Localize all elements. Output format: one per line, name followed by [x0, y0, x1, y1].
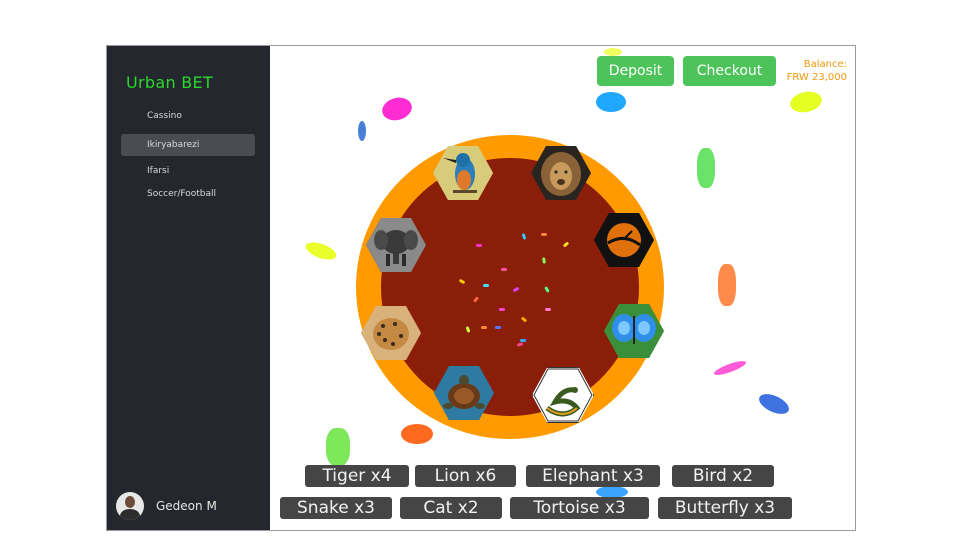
confetti-piece [718, 264, 736, 306]
confetti-piece [712, 358, 748, 378]
confetti-dot [481, 326, 487, 329]
bet-button-bird[interactable]: Bird x2 [672, 465, 774, 487]
app-window: Urban BET Cassino Ikiryabarezi Ifarsi So… [106, 45, 856, 531]
bet-button-tortoise[interactable]: Tortoise x3 [510, 497, 649, 519]
confetti-dot [545, 308, 551, 311]
bet-button-snake[interactable]: Snake x3 [280, 497, 392, 519]
wheel-center [381, 158, 639, 416]
confetti-piece [756, 389, 792, 419]
bet-button-lion[interactable]: Lion x6 [415, 465, 516, 487]
confetti-dot [521, 233, 527, 240]
bet-button-cat[interactable]: Cat x2 [400, 497, 502, 519]
confetti-dot [520, 339, 526, 342]
balance-label: Balance: [803, 59, 847, 70]
sidebar-item-ikiryabarezi[interactable]: Ikiryabarezi [121, 134, 255, 156]
user-name: Gedeon M [156, 499, 217, 513]
prize-wheel[interactable] [356, 135, 664, 439]
bet-button-butterfly[interactable]: Butterfly x3 [658, 497, 792, 519]
game-area: Deposit Checkout Balance: FRW 23,000 Tig… [270, 46, 855, 530]
confetti-dot [495, 326, 501, 329]
sidebar-item-soccer-football[interactable]: Soccer/Football [121, 183, 255, 205]
balance-value: FRW 23,000 [786, 72, 847, 83]
confetti-piece [303, 238, 339, 264]
confetti-piece [379, 94, 415, 124]
confetti-dot [544, 286, 550, 293]
balance-display: Balance: FRW 23,000 [787, 58, 847, 84]
avatar [116, 492, 144, 520]
confetti-dot [499, 308, 505, 311]
sidebar: Urban BET Cassino Ikiryabarezi Ifarsi So… [107, 46, 270, 530]
brand-title: Urban BET [126, 73, 214, 92]
confetti-dot [476, 244, 482, 247]
deposit-button[interactable]: Deposit [597, 56, 674, 86]
confetti-dot [458, 278, 466, 285]
confetti-dot [483, 284, 489, 287]
confetti-dot [541, 233, 547, 236]
user-profile[interactable]: Gedeon M [116, 492, 217, 520]
confetti-dot [465, 326, 471, 333]
confetti-dot [512, 286, 520, 293]
confetti-piece [401, 424, 433, 444]
confetti-piece [788, 88, 824, 116]
confetti-piece [358, 121, 366, 141]
confetti-piece [326, 428, 350, 466]
confetti-piece [697, 148, 715, 188]
confetti-dot [562, 241, 570, 248]
confetti-dot [520, 316, 528, 323]
bet-button-elephant[interactable]: Elephant x3 [526, 465, 660, 487]
sidebar-item-cassino[interactable]: Cassino [121, 105, 255, 127]
bet-button-tiger[interactable]: Tiger x4 [305, 465, 409, 487]
confetti-dot [472, 296, 480, 303]
checkout-button[interactable]: Checkout [683, 56, 776, 86]
confetti-piece [596, 92, 626, 112]
confetti-dot [542, 257, 546, 264]
confetti-dot [516, 342, 524, 347]
confetti-dot [501, 268, 507, 271]
confetti-piece [604, 48, 622, 56]
sidebar-item-ifarsi[interactable]: Ifarsi [121, 160, 255, 182]
